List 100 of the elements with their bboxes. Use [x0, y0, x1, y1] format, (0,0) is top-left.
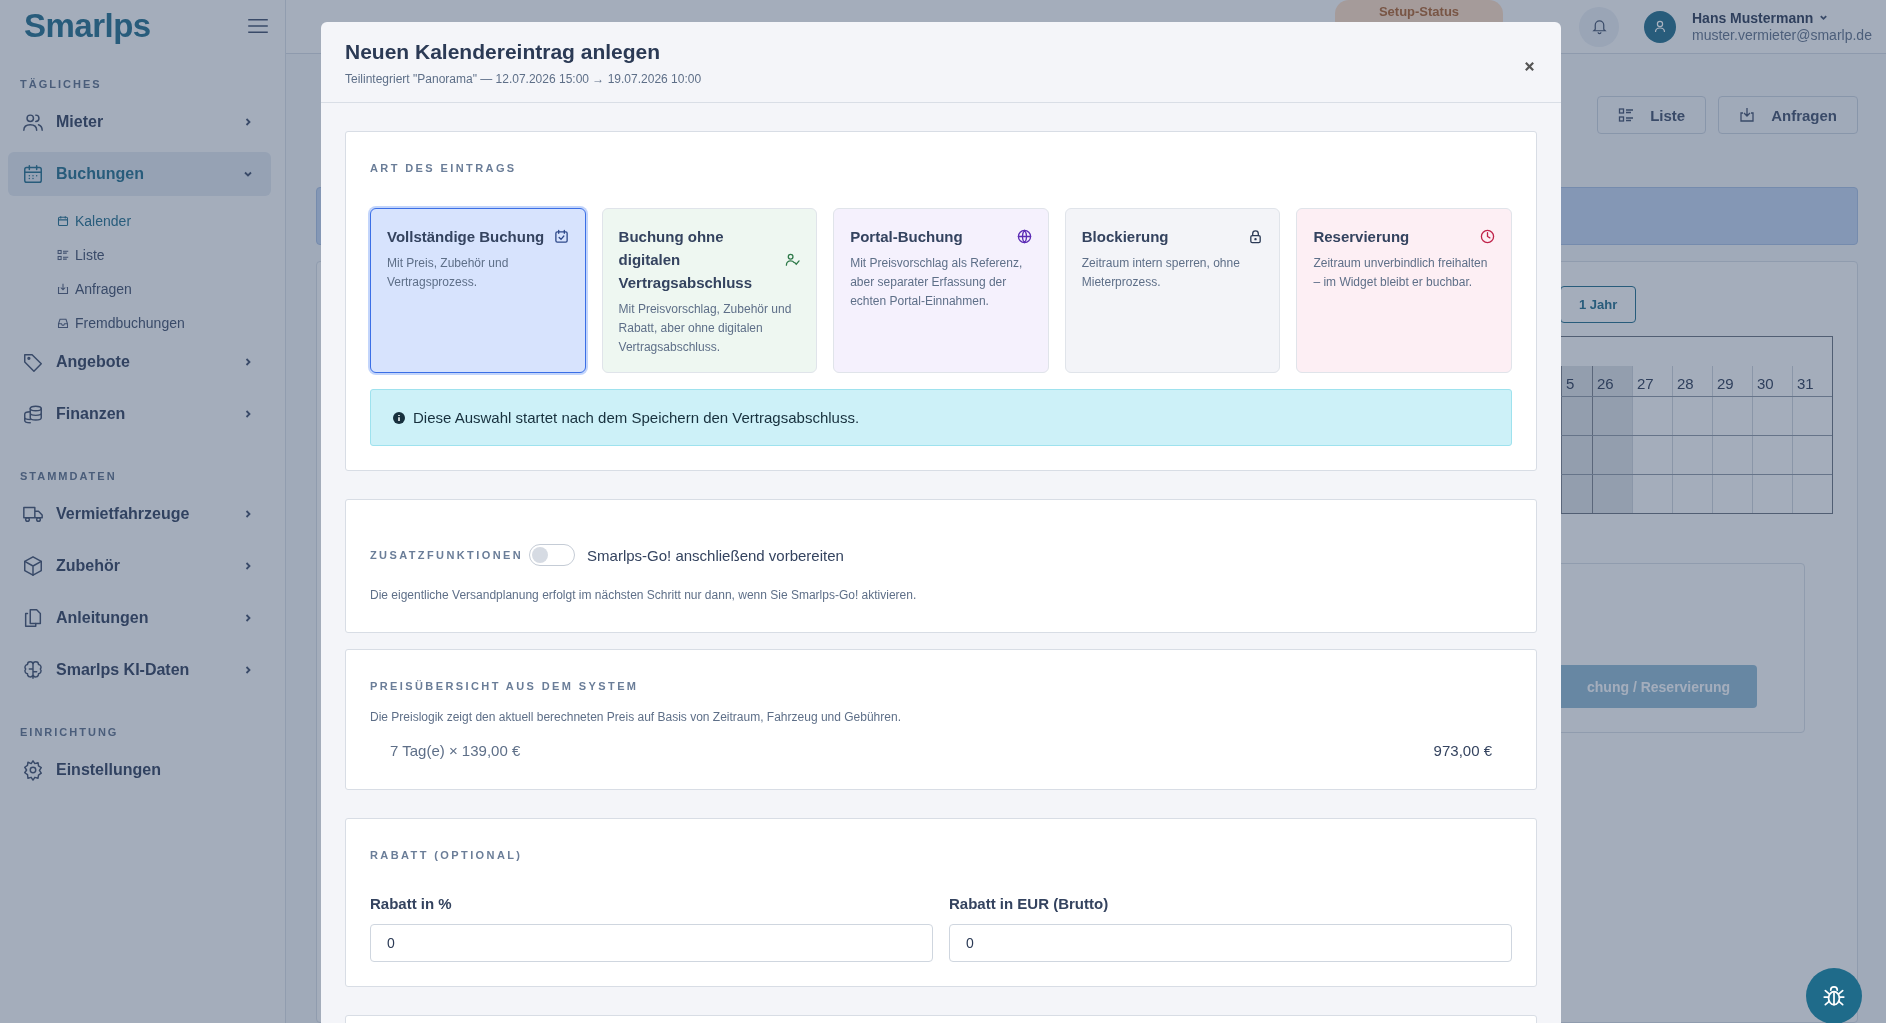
bug-icon — [1821, 983, 1847, 1009]
bell-icon — [1590, 18, 1608, 35]
section-note: Die eigentliche Versandplanung erfolgt im nächsten Schritt nur dann, wenn Sie Smarlps-Go! aktivieren. — [370, 588, 918, 602]
price-line-label: 7 Tag(e) × 139,00 € — [390, 742, 521, 759]
section-heading: EINRICHTUNG — [19, 725, 120, 740]
toggle-label: Smarlps-Go! anschließend vorbereiten — [587, 546, 844, 564]
nav-item[interactable]: Vermietfahrzeuge — [8, 492, 271, 536]
brain-icon — [22, 659, 44, 681]
option-title: Buchung ohne digitalen Vertragsabschluss — [618, 227, 753, 293]
info-text: Diese Auswahl startet nach dem Speichern den Vertragsabschluss. — [413, 409, 860, 426]
close-icon[interactable] — [1524, 60, 1535, 72]
calendar-cell[interactable] — [1561, 397, 1592, 435]
nav-item[interactable]: Mieter — [8, 100, 271, 144]
day-cell: 27 — [1632, 366, 1672, 396]
toggle-switch[interactable] — [529, 544, 576, 566]
field-label: Rabatt in EUR (Brutto) — [949, 895, 1110, 912]
nav-label: Einstellungen — [56, 761, 162, 779]
tray-icon — [57, 317, 69, 329]
calendar-icon — [22, 163, 44, 185]
user-name[interactable]: Hans Mustermann — [1692, 9, 1814, 26]
subnav-label: Anfragen — [75, 281, 132, 297]
entry-type-option[interactable]: Buchung ohne digitalen Vertragsabschluss Mit Preisvorschlag, Zubehör und Rabatt, aber ohne digitalen Vertragsabschluss. — [601, 208, 818, 373]
field-label: Rabatt in % — [370, 895, 453, 912]
nav-item[interactable]: Finanzen — [8, 392, 271, 436]
subnav-label: Fremdbuchungen — [75, 315, 185, 331]
person-check-icon — [785, 252, 801, 267]
nav-item[interactable]: Angebote — [8, 340, 271, 384]
calendar-check-icon — [553, 229, 569, 244]
subnav-item[interactable]: Kalender — [8, 204, 271, 238]
nav-label: Anleitungen — [56, 609, 150, 627]
nav-item[interactable]: Smarlps KI-Daten — [8, 648, 271, 692]
dialog-subtitle: Teilintegriert "Panorama" — 12.07.2026 15:00 → 19.07.2026 10:00 — [345, 72, 702, 86]
option-description: Zeitraum unverbindlich freihalten – im Widget bleibt er buchbar. — [1313, 255, 1489, 291]
entry-type-option[interactable]: Blockierung Zeitraum intern sperren, ohne Mieterprozess. — [1064, 208, 1281, 373]
section-heading: TÄGLICHES — [19, 77, 103, 92]
option-description: Mit Preisvorschlag als Referenz, aber separater Erfassung der echten Portal-Einnahmen. — [850, 255, 1024, 310]
day-cell: 30 — [1752, 366, 1792, 396]
input-field[interactable]: 0 — [949, 924, 1512, 962]
nav-item[interactable]: Buchungen — [8, 152, 271, 196]
gear-icon — [22, 759, 44, 781]
day-cell: 28 — [1672, 366, 1712, 396]
nav-label: Finanzen — [56, 405, 127, 423]
coins-icon — [22, 403, 44, 425]
box-icon — [22, 555, 44, 577]
calendar-cell[interactable] — [1592, 436, 1632, 474]
calendar-cell[interactable] — [1592, 397, 1632, 435]
menu-icon[interactable] — [247, 18, 269, 34]
clock-icon — [1479, 229, 1495, 244]
day-cell: 29 — [1712, 366, 1752, 396]
nav-label: Vermietfahrzeuge — [56, 505, 191, 523]
option-title: Vollständige Buchung — [387, 227, 545, 247]
subnav-item[interactable]: Anfragen — [8, 272, 271, 306]
section-heading: STAMMDATEN — [19, 469, 118, 484]
nav-label: Mieter — [56, 113, 105, 131]
subnav-item[interactable]: Fremdbuchungen — [8, 306, 271, 340]
avatar-icon[interactable] — [1644, 10, 1676, 43]
nav-item[interactable]: Anleitungen — [8, 596, 271, 640]
section-heading: ZUSATZFUNKTIONEN — [370, 549, 524, 561]
subnav-label: Liste — [75, 247, 105, 263]
entry-type-option[interactable]: Reservierung Zeitraum unverbindlich freihalten – im Widget bleibt er buchbar. — [1296, 208, 1512, 373]
calendar-cell[interactable] — [1561, 475, 1592, 513]
section-heading: ART DES EINTRAGS — [370, 162, 518, 174]
user-email: muster.vermieter@smarlp.de — [1692, 26, 1872, 43]
view-button[interactable]: Liste — [1597, 96, 1707, 134]
section-heading: RABATT (OPTIONAL) — [370, 849, 524, 861]
nav-label: Buchungen — [56, 165, 145, 183]
subnav-item[interactable]: Liste — [8, 238, 271, 272]
section-heading: PREISÜBERSICHT AUS DEM SYSTEM — [370, 680, 640, 692]
info-icon — [393, 411, 405, 424]
list-icon — [1618, 107, 1635, 123]
option-title: Portal-Buchung — [850, 227, 963, 247]
day-cell: 31 — [1792, 366, 1832, 396]
globe-icon — [1016, 229, 1032, 244]
price-line-amount: 973,00 € — [1433, 742, 1492, 759]
section-note: Die Preislogik zeigt den aktuell berechneten Preis auf Basis von Zeitraum, Fahrzeug und Gebühren. — [370, 710, 902, 724]
input-field[interactable]: 0 — [370, 924, 933, 962]
option-description: Mit Preisvorschlag, Zubehör und Rabatt, aber ohne digitalen Vertragsabschluss. — [618, 301, 793, 356]
chevron-down-icon[interactable] — [1819, 13, 1829, 22]
entry-type-option[interactable]: Vollständige Buchung Mit Preis, Zubehör und Vertragsprozess. — [370, 208, 586, 373]
calendar-cell[interactable] — [1561, 436, 1592, 474]
users-icon — [22, 111, 44, 133]
lock-icon — [1248, 229, 1264, 244]
option-title: Reservierung — [1313, 227, 1410, 247]
day-cell: 5 — [1561, 366, 1592, 396]
nav-item[interactable]: Zubehör — [8, 544, 271, 588]
subnav-label: Kalender — [75, 213, 132, 229]
option-description: Zeitraum intern sperren, ohne Mieterprozess. — [1081, 255, 1241, 291]
tag-icon — [22, 351, 44, 373]
dialog-title: Neuen Kalendereintrag anlegen — [345, 40, 662, 64]
calendar-icon — [57, 215, 69, 227]
logo: Smarlps — [24, 7, 151, 45]
nav-item[interactable]: Einstellungen — [8, 748, 271, 792]
view-button[interactable]: Anfragen — [1718, 96, 1858, 134]
list-icon — [57, 249, 69, 261]
notification-button[interactable] — [1579, 6, 1619, 47]
nav-label: Zubehör — [56, 557, 121, 575]
entry-type-option[interactable]: Portal-Buchung Mit Preisvorschlag als Referenz, aber separater Erfassung der echten Portal-Einnahmen. — [833, 208, 1049, 373]
option-title: Blockierung — [1081, 227, 1169, 247]
inbox-icon — [1739, 107, 1756, 123]
calendar-cell[interactable] — [1592, 475, 1632, 513]
